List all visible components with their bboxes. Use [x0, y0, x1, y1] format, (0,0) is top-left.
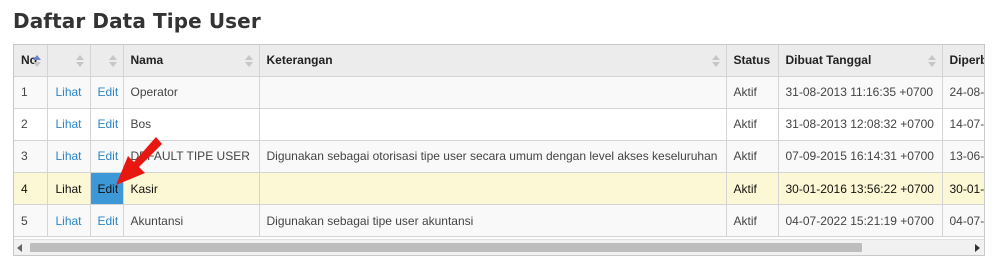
column-header-label: Keterangan	[266, 53, 333, 68]
cell-status: Aktif	[725, 139, 779, 174]
edit-link[interactable]: Edit	[89, 107, 124, 141]
view-link[interactable]: Lihat	[46, 204, 91, 238]
column-header-keterangan[interactable]: Keterangan	[258, 45, 727, 77]
edit-link[interactable]: Edit	[89, 139, 124, 174]
cell-dibuat-tanggal: 31-08-2013 12:08:32 +0700	[777, 107, 943, 141]
scroll-right-arrow-icon[interactable]	[975, 244, 980, 252]
cell-nama: DEFAULT TIPE USER	[122, 139, 260, 174]
cell-dibuat-tanggal: 31-08-2013 11:16:35 +0700	[777, 75, 943, 109]
sort-arrows-icon	[244, 54, 253, 68]
cell-diperbarui: 14-07-	[941, 107, 984, 141]
view-link[interactable]: Lihat	[46, 107, 91, 141]
column-header-label: Diperb	[949, 53, 985, 68]
column-header-label: Nama	[130, 53, 164, 68]
sort-arrows-icon	[32, 54, 41, 68]
cell-diperbarui: 04-07-	[941, 204, 984, 238]
column-header-edit[interactable]	[89, 45, 124, 77]
cell-nama: Operator	[122, 75, 260, 109]
scroll-left-arrow-icon[interactable]	[17, 244, 22, 252]
column-header-status[interactable]: Status	[725, 45, 779, 77]
cell-keterangan: Digunakan sebagai tipe user akuntansi	[258, 204, 727, 238]
cell-keterangan	[258, 172, 727, 206]
cell-diperbarui: 30-01-	[941, 172, 984, 206]
column-header-no[interactable]: No	[14, 45, 48, 77]
cell-keterangan	[258, 107, 727, 141]
cell-dibuat-tanggal: 07-09-2015 16:14:31 +0700	[777, 139, 943, 174]
cell-no: 3	[14, 139, 48, 174]
sort-arrows-icon	[108, 54, 117, 68]
sort-arrows-icon	[711, 54, 720, 68]
table-row-selected[interactable]: 4 Lihat Edit Kasir Aktif 30-01-2016 13:5…	[14, 172, 984, 206]
cell-dibuat-tanggal: 04-07-2022 15:21:19 +0700	[777, 204, 943, 238]
cell-nama: Kasir	[122, 172, 260, 206]
table-row[interactable]: 2 Lihat Edit Bos Aktif 31-08-2013 12:08:…	[14, 107, 984, 141]
edit-link[interactable]: Edit	[89, 204, 124, 238]
cell-diperbarui: 13-06-	[941, 139, 984, 174]
sort-arrows-icon	[75, 54, 84, 68]
scrollbar-thumb[interactable]	[30, 243, 862, 252]
cell-diperbarui: 24-08-	[941, 75, 984, 109]
column-header-view[interactable]	[46, 45, 91, 77]
cell-status: Aktif	[725, 107, 779, 141]
table-row[interactable]: 3 Lihat Edit DEFAULT TIPE USER Digunakan…	[14, 139, 984, 174]
table-row[interactable]: 5 Lihat Edit Akuntansi Digunakan sebagai…	[14, 204, 984, 238]
cell-nama: Bos	[122, 107, 260, 141]
view-link[interactable]: Lihat	[46, 75, 91, 109]
column-header-label: Dibuat Tanggal	[785, 53, 872, 68]
edit-link[interactable]: Edit	[89, 75, 124, 109]
cell-status: Aktif	[725, 172, 779, 206]
column-header-dibuat-tanggal[interactable]: Dibuat Tanggal	[777, 45, 943, 77]
column-header-label: Status	[733, 53, 771, 68]
view-link[interactable]: Lihat	[46, 139, 91, 174]
table-header-row: No Nama Keterangan Status Dibuat Tanggal…	[14, 45, 985, 77]
edit-button[interactable]: Edit	[89, 172, 124, 206]
cell-dibuat-tanggal: 30-01-2016 13:56:22 +0700	[777, 172, 943, 206]
sort-arrows-icon	[927, 54, 936, 68]
horizontal-scrollbar[interactable]	[14, 239, 984, 255]
cell-keterangan	[258, 75, 727, 109]
cell-no: 2	[14, 107, 48, 141]
table-row[interactable]: 1 Lihat Edit Operator Aktif 31-08-2013 1…	[14, 75, 984, 109]
cell-keterangan: Digunakan sebagai otorisasi tipe user se…	[258, 139, 727, 174]
cell-no: 1	[14, 75, 48, 109]
user-type-table: No Nama Keterangan Status Dibuat Tanggal…	[14, 45, 985, 238]
data-table-container: No Nama Keterangan Status Dibuat Tanggal…	[13, 44, 985, 256]
column-header-diperbarui[interactable]: Diperb	[941, 45, 985, 77]
cell-no: 5	[14, 204, 48, 238]
cell-nama: Akuntansi	[122, 204, 260, 238]
page-title: Daftar Data Tipe User	[13, 9, 261, 33]
cell-status: Aktif	[725, 75, 779, 109]
column-header-nama[interactable]: Nama	[122, 45, 260, 77]
cell-status: Aktif	[725, 204, 779, 238]
cell-no: 4	[14, 172, 48, 206]
view-link[interactable]: Lihat	[46, 172, 91, 206]
